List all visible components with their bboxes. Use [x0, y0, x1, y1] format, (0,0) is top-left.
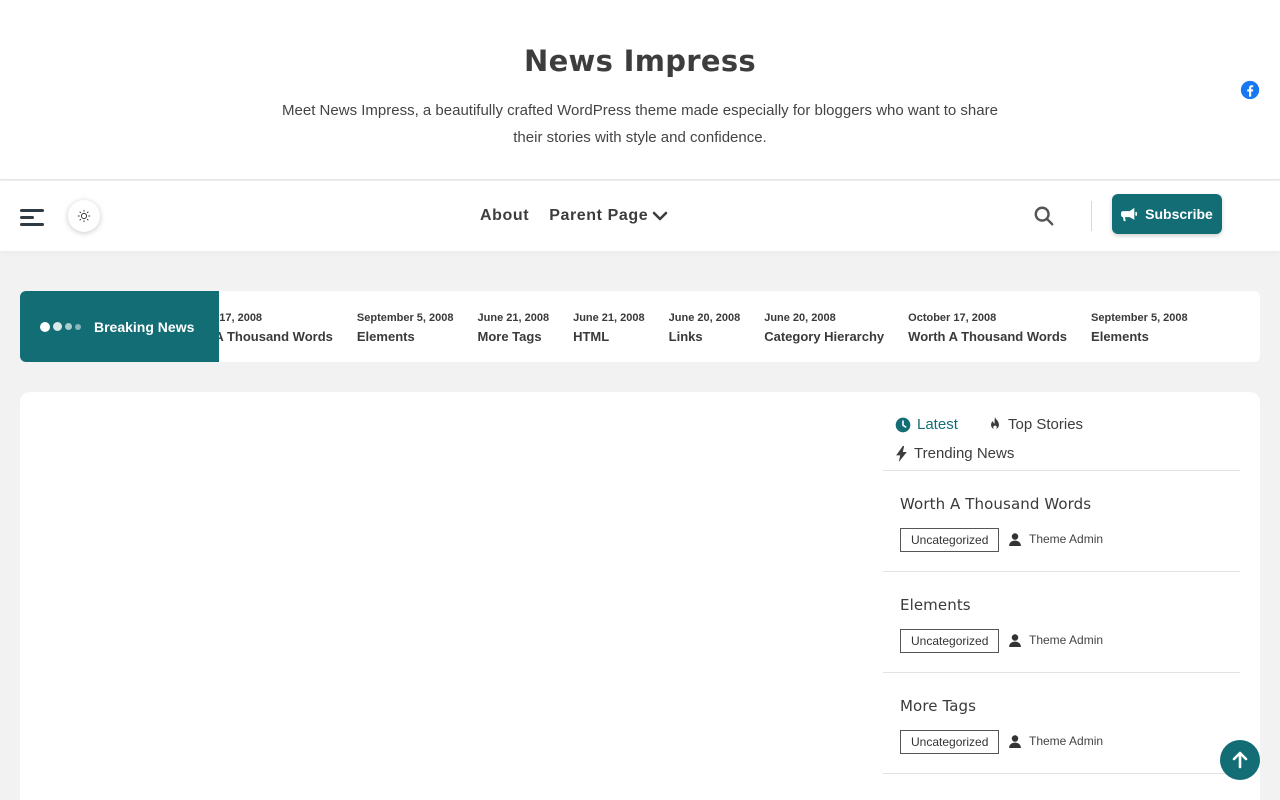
- ticker-title[interactable]: More Tags: [478, 326, 550, 347]
- ticker-title[interactable]: Links: [669, 326, 741, 347]
- ticker-date: September 5, 2008: [1091, 312, 1188, 324]
- breaking-news-label: Breaking News: [20, 291, 219, 362]
- ticker-title[interactable]: HTML: [573, 326, 645, 347]
- sun-icon: [77, 209, 91, 223]
- author-name: Theme Admin: [1029, 532, 1104, 546]
- post-author[interactable]: Theme Admin: [1009, 529, 1103, 549]
- tab-label: Latest: [917, 416, 958, 433]
- tab-label: Trending News: [914, 445, 1015, 462]
- chevron-down-icon: [652, 211, 668, 221]
- ticker-title[interactable]: Elements: [357, 326, 454, 347]
- user-icon: [1009, 532, 1021, 546]
- list-item: More Tags Uncategorized Theme Admin: [883, 673, 1240, 774]
- user-icon: [1009, 633, 1021, 647]
- facebook-icon[interactable]: [1240, 80, 1260, 100]
- post-author[interactable]: Theme Admin: [1009, 630, 1103, 650]
- dark-mode-toggle[interactable]: [68, 200, 100, 232]
- bolt-icon: [896, 445, 907, 462]
- category-badge[interactable]: Uncategorized: [900, 528, 1000, 552]
- search-icon[interactable]: [1033, 205, 1055, 227]
- post-title[interactable]: More Tags: [900, 697, 976, 715]
- tab-label: Top Stories: [1008, 416, 1084, 433]
- ticker-item[interactable]: October 17, 2008 Worth A Thousand Words: [219, 311, 333, 347]
- pulse-dots-icon: [40, 321, 84, 332]
- ticker-title[interactable]: Worth A Thousand Words: [219, 326, 333, 347]
- nav-item-parent-page[interactable]: Parent Page: [549, 207, 668, 225]
- ticker-item[interactable]: September 5, 2008 Elements: [1091, 311, 1188, 347]
- main-content-card: Latest Top Stories Trending News Worth A…: [20, 392, 1260, 800]
- breaking-news-text: Breaking News: [94, 318, 195, 335]
- site-header: News Impress Meet News Impress, a beauti…: [0, 0, 1280, 180]
- site-title[interactable]: News Impress: [0, 44, 1280, 78]
- main-navigation: About Parent Page Subscribe: [0, 181, 1280, 251]
- subscribe-label: Subscribe: [1145, 206, 1213, 222]
- ticker-track: October 17, 2008 Worth A Thousand Words Se…: [219, 311, 1212, 347]
- author-name: Theme Admin: [1029, 633, 1104, 647]
- tab-top-stories[interactable]: Top Stories: [988, 416, 1083, 433]
- nav-item-about[interactable]: About: [480, 207, 529, 225]
- category-badge[interactable]: Uncategorized: [900, 629, 1000, 653]
- megaphone-icon: [1121, 207, 1138, 221]
- site-description: Meet News Impress, a beautifully crafted…: [282, 102, 998, 146]
- category-badge[interactable]: Uncategorized: [900, 730, 1000, 754]
- ticker-date: October 17, 2008: [219, 312, 263, 324]
- scroll-to-top-button[interactable]: [1220, 740, 1260, 780]
- list-item: Worth A Thousand Words Uncategorized The…: [883, 471, 1240, 572]
- nav-item-label: Parent Page: [549, 207, 649, 224]
- arrow-up-icon: [1232, 751, 1248, 769]
- clock-icon: [895, 417, 911, 432]
- breaking-news-bar: Breaking News October 17, 2008 Worth A Th…: [20, 291, 1260, 362]
- fire-icon: [991, 416, 999, 429]
- ticker-date: June 20, 2008: [764, 312, 836, 324]
- tab-trending-news[interactable]: Trending News: [895, 445, 1014, 462]
- post-tabs: Latest Top Stories Trending News: [883, 412, 1240, 471]
- author-name: Theme Admin: [1029, 734, 1104, 748]
- ticker-date: October 17, 2008: [908, 312, 997, 324]
- ticker-title[interactable]: Elements: [1091, 326, 1188, 347]
- ticker-item[interactable]: October 17, 2008 Worth A Thousand Words: [908, 311, 1067, 347]
- ticker-item[interactable]: June 20, 2008 Links: [669, 311, 741, 347]
- post-list: Worth A Thousand Words Uncategorized The…: [883, 471, 1240, 774]
- primary-menu: About Parent Page: [480, 205, 688, 227]
- ticker-item[interactable]: June 21, 2008 More Tags: [478, 311, 550, 347]
- post-title[interactable]: Worth A Thousand Words: [900, 495, 1091, 513]
- nav-item-label: About: [480, 207, 530, 224]
- subscribe-button[interactable]: Subscribe: [1112, 194, 1222, 234]
- ticker-date: June 21, 2008: [477, 312, 550, 324]
- ticker-item[interactable]: June 21, 2008 HTML: [573, 311, 645, 347]
- user-icon: [1009, 734, 1021, 748]
- ticker-date: June 21, 2008: [573, 312, 645, 324]
- tab-latest[interactable]: Latest: [895, 416, 958, 433]
- ticker-title[interactable]: Category Hierarchy: [764, 326, 884, 347]
- post-title[interactable]: Elements: [900, 596, 971, 614]
- ticker-title[interactable]: Worth A Thousand Words: [908, 326, 1067, 347]
- ticker-date: September 5, 2008: [356, 312, 454, 324]
- menu-toggle-icon[interactable]: [20, 209, 44, 226]
- post-author[interactable]: Theme Admin: [1009, 731, 1103, 751]
- ticker-item[interactable]: June 20, 2008 Category Hierarchy: [764, 311, 884, 347]
- list-item: Elements Uncategorized Theme Admin: [883, 572, 1240, 673]
- ticker-item[interactable]: September 5, 2008 Elements: [357, 311, 454, 347]
- news-ticker: October 17, 2008 Worth A Thousand Words Se…: [219, 291, 1260, 362]
- nav-divider: [1091, 201, 1092, 231]
- ticker-date: June 20, 2008: [668, 312, 741, 324]
